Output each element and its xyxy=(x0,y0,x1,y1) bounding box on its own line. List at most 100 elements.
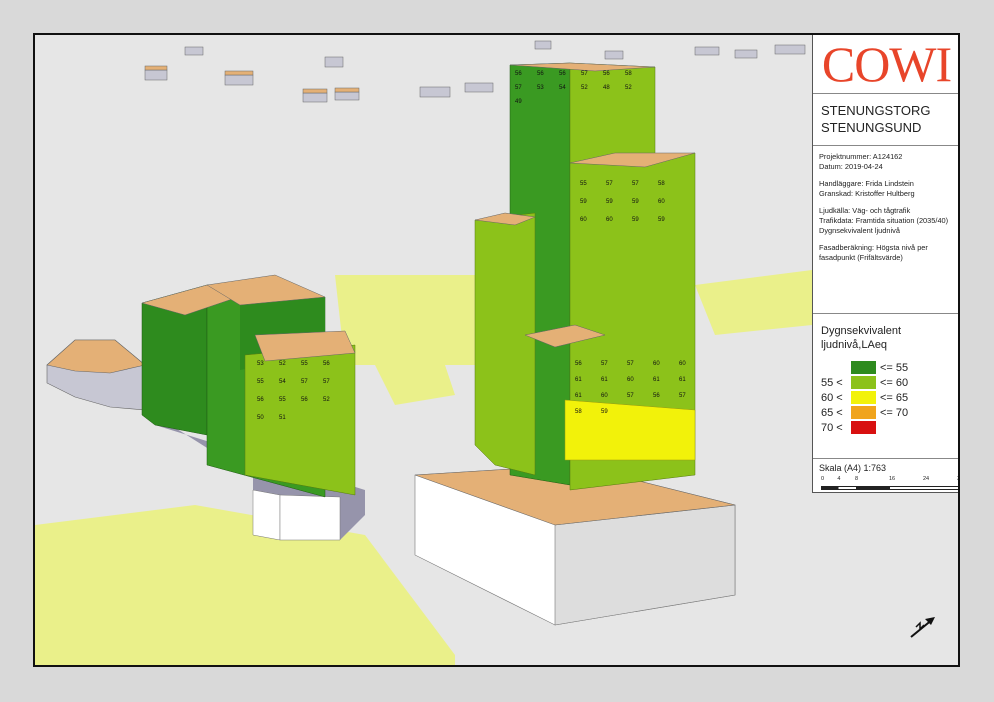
legend-upper: <= 65 xyxy=(880,391,909,404)
ground-yellow-zone xyxy=(35,505,455,665)
facade-noise-label: 56 xyxy=(323,361,330,367)
scale-label: Skala (A4) 1:763 xyxy=(819,463,887,473)
facade-noise-label: 56 xyxy=(257,397,264,403)
project-title-line2: STENUNGSUND xyxy=(821,120,922,135)
legend-upper: <= 55 xyxy=(880,361,909,374)
facade-noise-label: 55 xyxy=(301,361,308,367)
facade-noise-label: 53 xyxy=(257,361,264,367)
facade-noise-label: 61 xyxy=(653,377,660,383)
facade-noise-label: 56 xyxy=(575,361,582,367)
facade-noise-label: 59 xyxy=(601,409,608,415)
meta-fasad2: fasadpunkt (Frifältsvärde) xyxy=(819,252,903,262)
meta-datum: Datum: 2019-04-24 xyxy=(819,161,883,171)
legend-class: 60 < <= 65 xyxy=(821,390,958,405)
facade-noise-label: 57 xyxy=(515,85,522,91)
facade-noise-label: 57 xyxy=(601,361,608,367)
meta-projektnummer: Projektnummer: A124162 xyxy=(819,152,903,161)
legend-swatch xyxy=(851,391,876,404)
meta-dygn: Dygnsekvivalent ljudnivå xyxy=(819,225,900,235)
facade-noise-label: 58 xyxy=(658,181,665,187)
legend-class: <= 55 xyxy=(821,360,958,375)
facade-noise-label: 58 xyxy=(625,71,632,77)
legend-upper: <= 60 xyxy=(880,376,909,389)
legend-class: 65 < <= 70 xyxy=(821,405,958,420)
facade-noise-label: 60 xyxy=(653,361,660,367)
legend-lower: 70 < xyxy=(821,421,843,434)
legend-rows: <= 55 55 < <= 60 60 < <= 65 65 < <= 70 70 < xyxy=(821,360,958,435)
facade-noise-label: 56 xyxy=(537,71,544,77)
facade-noise-label: 60 xyxy=(580,217,587,223)
facade-noise-label: 55 xyxy=(279,397,286,403)
left-building-block xyxy=(141,274,365,541)
legend-swatch xyxy=(851,361,876,374)
meta-granskad: Granskad: Kristoffer Hultberg xyxy=(819,188,915,198)
meta-fasad1: Fasadberäkning: Högsta nivå per xyxy=(819,243,928,253)
scale-bar: 0 4 8 16 24 32 xyxy=(819,476,960,492)
meta-handlaggare: Handläggare: Frida Lindstein xyxy=(819,179,914,189)
facade-noise-label: 59 xyxy=(580,199,587,205)
ground-yellow-zone xyxy=(695,270,812,335)
facade-noise-label: 55 xyxy=(257,379,264,385)
project-title-line1: STENUNGSTORG xyxy=(821,103,931,118)
logo-text: COWI xyxy=(821,36,952,92)
facade-noise-label: 55 xyxy=(580,181,587,187)
meta-trafikdata: Trafikdata: Framtida situation (2035/40) xyxy=(819,215,949,225)
facade-noise-label: 51 xyxy=(279,415,286,421)
scale-tick: 0 xyxy=(821,476,825,482)
legend-panel: COWI STENUNGSTORG STENUNGSUND Projektnum… xyxy=(812,35,960,493)
legend-lower: 65 < xyxy=(821,406,843,419)
facade-noise-label: 59 xyxy=(606,199,613,205)
scale-tick: 8 xyxy=(855,476,859,482)
facade-noise-label: 61 xyxy=(575,377,582,383)
scale-tick: 4 xyxy=(837,476,841,482)
facade-noise-label: 59 xyxy=(632,217,639,223)
facade-noise-label: 53 xyxy=(537,85,544,91)
legend-class: 55 < <= 60 xyxy=(821,375,958,390)
facade-noise-label: 56 xyxy=(603,71,610,77)
scale-tick: 24 xyxy=(923,476,930,482)
facade-noise-label: 56 xyxy=(559,71,566,77)
project-metadata: Projektnummer: A124162 Datum: 2019-04-24… xyxy=(813,146,958,314)
facade-noise-label: 54 xyxy=(279,379,286,385)
facade-noise-label: 59 xyxy=(632,199,639,205)
legend-class: 70 < xyxy=(821,420,958,435)
facade-noise-label: 56 xyxy=(653,393,660,399)
legend-swatch xyxy=(851,421,876,434)
facade-noise-label: 52 xyxy=(625,85,632,91)
facade-noise-label: 49 xyxy=(515,99,522,105)
meta-ljudkalla: Ljudkälla: Väg- och tågtrafik xyxy=(819,206,911,216)
legend-lower: 60 < xyxy=(821,391,843,404)
facade-noise-label: 61 xyxy=(679,377,686,383)
facade-noise-label: 57 xyxy=(627,393,634,399)
noise-legend: Dygnsekvivalent ljudnivå,LAeq <= 55 55 < <… xyxy=(813,314,958,459)
facade-noise-label: 59 xyxy=(658,217,665,223)
distant-buildings xyxy=(144,40,806,103)
legend-swatch xyxy=(851,376,876,389)
facade-noise-label: 57 xyxy=(606,181,613,187)
north-arrow-icon xyxy=(910,617,935,638)
facade-noise-label: 57 xyxy=(301,379,308,385)
cowi-logo: COWI xyxy=(813,35,958,94)
facade-noise-label: 57 xyxy=(627,361,634,367)
facade-noise-label: 61 xyxy=(575,393,582,399)
facade-noise-label: 52 xyxy=(279,361,286,367)
facade-noise-label: 50 xyxy=(257,415,264,421)
facade-noise-label: 61 xyxy=(601,377,608,383)
facade-noise-label: 48 xyxy=(603,85,610,91)
facade-noise-label: 56 xyxy=(301,397,308,403)
facade-noise-label: 58 xyxy=(575,409,582,415)
facade-noise-label: 60 xyxy=(601,393,608,399)
left-round-building xyxy=(46,339,146,411)
legend-upper: <= 70 xyxy=(880,406,909,419)
facade-noise-label: 52 xyxy=(581,85,588,91)
scale-tick: 32 xyxy=(957,476,960,482)
facade-noise-label: 52 xyxy=(323,397,330,403)
facade-noise-label: 60 xyxy=(679,361,686,367)
legend-title: Dygnsekvivalent ljudnivå,LAeq xyxy=(821,325,902,351)
facade-noise-label: 60 xyxy=(606,217,613,223)
scale-tick: 16 xyxy=(889,476,896,482)
scale-section: Skala (A4) 1:763 0 4 8 16 24 32 xyxy=(813,459,960,492)
facade-noise-label: 60 xyxy=(658,199,665,205)
legend-swatch xyxy=(851,406,876,419)
legend-lower: 55 < xyxy=(821,376,843,389)
